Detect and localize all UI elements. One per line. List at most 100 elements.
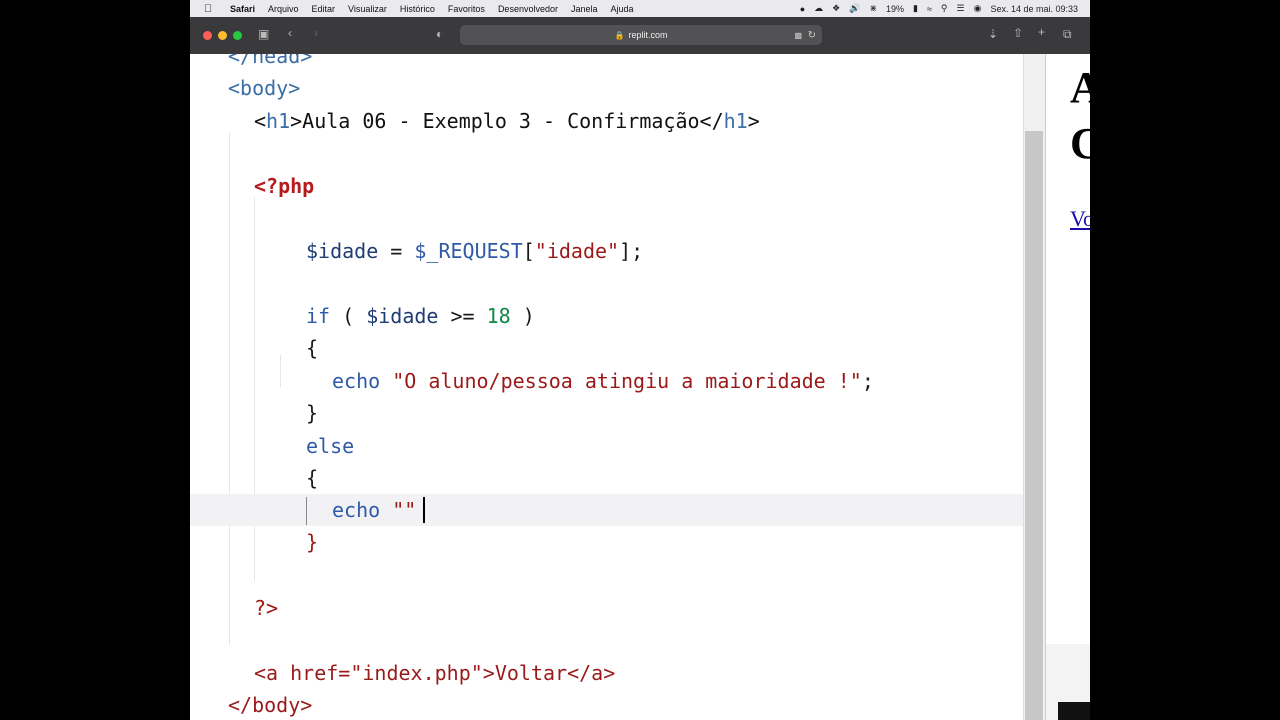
menu-app[interactable]: Safari	[230, 4, 255, 14]
code-line-brace: }	[306, 526, 318, 558]
preview-heading-cont: C	[1070, 118, 1090, 169]
clock-text: Sex. 14 de mai. 09:33	[990, 3, 1078, 14]
sidebar-icon[interactable]: ▣	[258, 27, 269, 41]
menu-item[interactable]: Editar	[312, 4, 336, 14]
code-token: $idade	[366, 304, 439, 328]
code-token: ];	[619, 239, 644, 263]
back-icon[interactable]: ‹	[288, 26, 292, 40]
menu-item[interactable]: Histórico	[400, 4, 435, 14]
code-token: )	[510, 304, 535, 328]
menu-item[interactable]: Favoritos	[448, 4, 485, 14]
code-token: =	[378, 239, 415, 263]
preview-pane: A C Vo	[1045, 54, 1090, 720]
code-token: <?php	[254, 174, 315, 198]
code-token: </head>	[228, 54, 313, 68]
shield-icon[interactable]: ◐	[436, 27, 443, 41]
code-line-if: if ( $idade >= 18 )	[306, 300, 535, 332]
minimize-window-button[interactable]	[218, 31, 227, 40]
code-token: (	[330, 304, 367, 328]
screen:  Safari Arquivo Editar Visualizar Histó…	[190, 0, 1090, 720]
menu-bar:  Safari Arquivo Editar Visualizar Histó…	[190, 0, 1090, 17]
tabs-overview-icon[interactable]: ⧉	[1063, 27, 1072, 42]
code-line-php-close: ?>	[254, 592, 278, 624]
battery-icon[interactable]: ▮	[913, 3, 918, 14]
code-line-echo: echo "O aluno/pessoa atingiu a maioridad…	[332, 365, 874, 397]
code-line-echo-empty: echo ""	[332, 494, 416, 526]
menu-item[interactable]: Visualizar	[348, 4, 387, 14]
menu-item[interactable]: Arquivo	[268, 4, 299, 14]
control-center-icon[interactable]: ☰	[957, 3, 965, 14]
download-icon[interactable]: ⇣	[988, 27, 998, 41]
code-token: h1	[723, 109, 748, 133]
code-line-anchor: <a href="index.php">Voltar</a>	[254, 657, 615, 689]
code-line-brace: {	[306, 332, 318, 364]
address-bar[interactable]: 🔒 replit.com ▩ ↻	[460, 25, 822, 45]
volume-icon[interactable]: 🔊	[849, 3, 860, 14]
code-token: }	[306, 530, 319, 554]
code-token: {	[306, 466, 319, 490]
battery-percent: 19%	[885, 3, 904, 14]
editor-scrollbar-thumb[interactable]	[1025, 131, 1043, 720]
reload-icon[interactable]: ↻	[808, 30, 816, 41]
lock-icon: 🔒	[614, 30, 625, 40]
code-line-h1: <h1>Aula 06 - Exemplo 3 - Confirmação</h…	[254, 105, 760, 137]
menu-item[interactable]: Ajuda	[611, 4, 634, 14]
code-token: >Aula 06 - Exemplo 3 - Confirmação</	[290, 109, 724, 133]
code-line-else: else	[306, 430, 354, 462]
new-tab-icon[interactable]: +	[1038, 25, 1045, 39]
browser-toolbar: ▣ ‹ › ◐ 🔒 replit.com ▩ ↻ ⇣ ⇧ + ⧉	[190, 17, 1090, 54]
code-line-brace: }	[306, 397, 318, 429]
preview-heading: A	[1070, 62, 1090, 113]
window-controls	[203, 31, 242, 40]
code-token: ""	[392, 498, 417, 522]
code-token: $idade	[306, 239, 379, 263]
menu-item[interactable]: Janela	[571, 4, 598, 14]
code-token: </body>	[228, 693, 313, 717]
code-token: 18	[486, 304, 511, 328]
siri-icon[interactable]: ◉	[974, 3, 982, 14]
code-token: $_REQUEST	[414, 239, 523, 263]
record-icon[interactable]: ●	[800, 4, 805, 14]
code-line-head-close: </head>	[228, 54, 312, 72]
indent-guide	[229, 133, 255, 645]
address-text: replit.com	[628, 30, 668, 40]
indent-guide	[280, 355, 306, 387]
cloud-icon[interactable]: ☁	[814, 3, 823, 14]
code-line-body-open: <body>	[228, 72, 300, 104]
code-token: }	[306, 401, 319, 425]
code-token: ;	[861, 369, 874, 393]
code-token: "idade"	[534, 239, 620, 263]
code-token: >=	[438, 304, 487, 328]
grid-icon[interactable]: ❖	[832, 3, 840, 14]
code-token: else	[306, 434, 355, 458]
code-token: >Voltar</a>	[482, 661, 616, 685]
code-token: "O aluno/pessoa atingiu a maioridade !"	[392, 369, 862, 393]
bluetooth-icon[interactable]: ⋇	[869, 3, 877, 14]
menu-item[interactable]: Desenvolvedor	[498, 4, 558, 14]
apple-icon[interactable]: 	[204, 3, 218, 15]
code-token: {	[306, 336, 319, 360]
code-line-request: $idade = $_REQUEST["idade"];	[306, 235, 643, 267]
search-icon[interactable]: ⚲	[941, 3, 948, 14]
code-token: echo	[332, 369, 381, 393]
code-line-brace: {	[306, 462, 318, 494]
forward-icon[interactable]: ›	[314, 26, 318, 40]
indent-guide-active	[306, 497, 307, 525]
code-editor[interactable]: </head> <body> <h1>Aula 06 - Exemplo 3 -…	[190, 54, 1023, 720]
active-line-highlight	[190, 494, 1023, 526]
zoom-window-button[interactable]	[233, 31, 242, 40]
preview-overlay	[1058, 702, 1090, 720]
code-line-php-open: <?php	[254, 170, 314, 202]
code-token: echo	[332, 498, 381, 522]
close-window-button[interactable]	[203, 31, 212, 40]
code-token: [	[522, 239, 535, 263]
wifi-icon[interactable]: ≈	[927, 4, 932, 14]
code-token: ?>	[254, 596, 279, 620]
code-line-body-close: </body>	[228, 689, 312, 720]
translate-icon[interactable]: ▩	[794, 31, 802, 40]
code-token: <a href=	[254, 661, 351, 685]
preview-back-link[interactable]: Vo	[1070, 206, 1090, 232]
code-token: if	[306, 304, 331, 328]
share-icon[interactable]: ⇧	[1013, 26, 1023, 40]
code-token: "index.php"	[350, 661, 483, 685]
